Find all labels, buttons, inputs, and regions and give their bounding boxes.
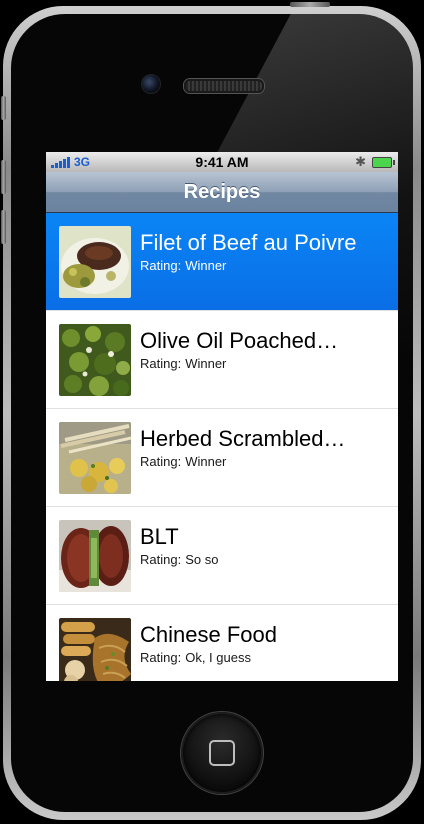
- rating-label: Rating:: [140, 650, 182, 665]
- recipe-row[interactable]: Olive Oil Poached… Rating: Winner: [46, 311, 398, 409]
- recipe-row[interactable]: BLT Rating: So so: [46, 507, 398, 605]
- recipe-rating: Rating: Winner: [140, 356, 226, 371]
- screen: 3G 9:41 AM ✱ Recipes Filet of Beef au Po…: [46, 152, 398, 681]
- recipe-thumbnail: [59, 520, 131, 592]
- volume-down-button[interactable]: [1, 210, 6, 244]
- navigation-bar: Recipes: [46, 172, 398, 213]
- status-time: 9:41 AM: [195, 154, 249, 170]
- recipe-thumbnail: [59, 226, 131, 298]
- rating-value: Winner: [185, 258, 227, 273]
- recipe-rating: Rating: Ok, I guess: [140, 650, 251, 665]
- home-button[interactable]: [181, 712, 263, 794]
- rating-label: Rating:: [140, 552, 182, 567]
- status-bar: 3G 9:41 AM ✱: [46, 152, 398, 172]
- bluetooth-icon: ✱: [355, 154, 366, 169]
- sleep-button[interactable]: [290, 2, 330, 7]
- mute-switch[interactable]: [1, 96, 6, 120]
- recipe-thumbnail: [59, 618, 131, 681]
- earpiece-speaker: [184, 79, 264, 93]
- recipe-list: Filet of Beef au Poivre Rating: Winner O…: [46, 213, 398, 681]
- volume-up-button[interactable]: [1, 160, 6, 194]
- rating-value: So so: [185, 552, 219, 567]
- rating-value: Winner: [185, 454, 227, 469]
- rating-label: Rating:: [140, 258, 182, 273]
- home-square-icon: [209, 740, 235, 766]
- recipe-row[interactable]: Herbed Scrambled… Rating: Winner: [46, 409, 398, 507]
- recipe-rating: Rating: Winner: [140, 258, 226, 273]
- recipe-title: Olive Oil Poached…: [140, 328, 339, 353]
- battery-icon: [372, 157, 395, 168]
- recipe-rating: Rating: So so: [140, 552, 218, 567]
- recipe-row[interactable]: Chinese Food Rating: Ok, I guess: [46, 605, 398, 681]
- rating-value: Ok, I guess: [185, 650, 251, 665]
- rating-value: Winner: [185, 356, 227, 371]
- recipe-title: Chinese Food: [140, 622, 277, 647]
- recipe-thumbnail: [59, 422, 131, 494]
- recipe-title: BLT: [140, 524, 179, 549]
- recipe-rating: Rating: Winner: [140, 454, 226, 469]
- rating-label: Rating:: [140, 454, 182, 469]
- recipe-title: Herbed Scrambled…: [140, 426, 346, 451]
- recipe-thumbnail: [59, 324, 131, 396]
- recipe-title: Filet of Beef au Poivre: [140, 230, 357, 255]
- rating-label: Rating:: [140, 356, 182, 371]
- front-camera-icon: [141, 74, 161, 94]
- recipe-row[interactable]: Filet of Beef au Poivre Rating: Winner: [46, 213, 398, 311]
- page-title: Recipes: [183, 181, 261, 203]
